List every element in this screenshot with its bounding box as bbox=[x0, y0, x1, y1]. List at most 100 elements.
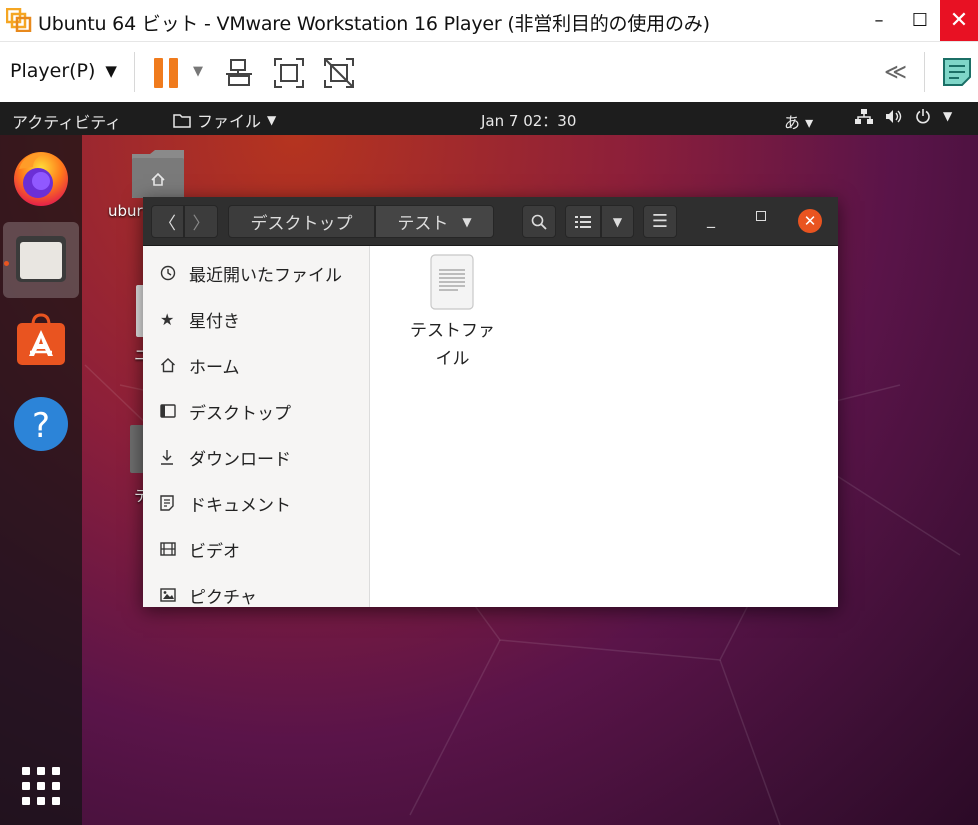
unity-mode-icon[interactable] bbox=[322, 56, 356, 90]
breadcrumb-current[interactable]: テスト ▼ bbox=[375, 205, 494, 238]
window-minimize-button[interactable]: _ bbox=[707, 209, 715, 228]
caret-down-icon: ▼ bbox=[267, 113, 277, 127]
video-icon bbox=[143, 542, 189, 556]
file-manager-headerbar: 〈 〉 デスクトップ テスト ▼ ▼ ☰ _ ✕ bbox=[143, 197, 838, 246]
star-icon: ★ bbox=[160, 309, 175, 329]
software-center-icon bbox=[17, 313, 65, 365]
sidebar-item-pictures[interactable]: ピクチャ bbox=[143, 572, 369, 608]
download-icon bbox=[143, 449, 189, 465]
dock-help[interactable]: ? bbox=[3, 386, 79, 462]
sidebar-item-label: デスクトップ bbox=[189, 403, 291, 424]
fullscreen-icon[interactable] bbox=[272, 56, 306, 90]
running-indicator bbox=[4, 261, 9, 266]
activities-button[interactable]: アクティビティ bbox=[12, 109, 121, 133]
collapse-toolbar-button[interactable]: ≪ bbox=[884, 60, 907, 85]
ubuntu-desktop: ? ubur ニ テ 〈 〉 デスクトップ テスト ▼ ▼ ☰ _ ✕ 最近開い… bbox=[0, 135, 978, 825]
back-button[interactable]: 〈 bbox=[151, 205, 184, 238]
file-view: テストファ イル bbox=[370, 246, 838, 607]
document-icon bbox=[143, 495, 189, 511]
caret-down-icon: ▼ bbox=[105, 62, 117, 80]
picture-icon bbox=[143, 588, 189, 602]
send-ctrl-alt-del-icon[interactable] bbox=[222, 56, 256, 90]
window-maximize-button[interactable] bbox=[756, 211, 766, 221]
home-folder-icon bbox=[132, 150, 184, 198]
sidebar-item-documents[interactable]: ドキュメント bbox=[143, 480, 369, 526]
folder-icon bbox=[173, 113, 191, 128]
svg-text:?: ? bbox=[32, 406, 50, 446]
sidebar-item-home[interactable]: ホーム bbox=[143, 342, 369, 388]
view-options-button[interactable]: ▼ bbox=[601, 205, 634, 238]
sidebar-item-label: ビデオ bbox=[189, 541, 240, 562]
dock-software[interactable] bbox=[3, 303, 79, 379]
toolbar-separator bbox=[924, 52, 925, 92]
sidebar-item-recent[interactable]: 最近開いたファイル bbox=[143, 250, 369, 296]
sidebar-item-label: 星付き bbox=[189, 311, 240, 332]
breadcrumb-desktop[interactable]: デスクトップ bbox=[228, 205, 375, 238]
sidebar-item-label: ホーム bbox=[189, 357, 240, 378]
sidebar-item-label: ダウンロード bbox=[189, 449, 291, 470]
search-button[interactable] bbox=[522, 205, 556, 238]
dock-firefox[interactable] bbox=[3, 141, 79, 217]
close-icon: ✕ bbox=[803, 212, 817, 230]
app-menu[interactable]: ファイル ▼ bbox=[173, 108, 276, 132]
desktop-icon-label: ubur bbox=[108, 202, 143, 220]
desktop-home-folder[interactable] bbox=[130, 148, 186, 204]
file-label-line: イル bbox=[435, 349, 470, 369]
dock-files[interactable] bbox=[3, 222, 79, 298]
maximize-button[interactable]: ☐ bbox=[899, 0, 941, 41]
sidebar-item-label: ピクチャ bbox=[189, 587, 257, 608]
file-label: テストファ イル bbox=[400, 317, 505, 373]
forward-button[interactable]: 〉 bbox=[184, 205, 218, 238]
player-menu[interactable]: Player(P) ▼ bbox=[10, 60, 117, 82]
home-icon bbox=[143, 357, 189, 373]
vmware-logo-icon bbox=[6, 8, 32, 32]
help-icon: ? bbox=[14, 397, 68, 451]
caret-down-icon: ▼ bbox=[462, 214, 472, 229]
sidebar-item-desktop[interactable]: デスクトップ bbox=[143, 388, 369, 434]
sidebar-item-downloads[interactable]: ダウンロード bbox=[143, 434, 369, 480]
pause-button[interactable] bbox=[154, 58, 180, 88]
vmware-toolbar: Player(P) ▼ ▼ ≪ bbox=[0, 41, 978, 102]
chevron-right-icon: 〉 bbox=[192, 214, 210, 234]
window-title: Ubuntu 64 ビット - VMware Workstation 16 Pl… bbox=[38, 13, 710, 35]
hamburger-icon: ☰ bbox=[651, 211, 669, 232]
window-titlebar: Ubuntu 64 ビット - VMware Workstation 16 Pl… bbox=[0, 0, 978, 41]
list-view-icon bbox=[575, 215, 591, 228]
minimize-button[interactable]: – bbox=[858, 0, 900, 41]
sidebar-item-label: ドキュメント bbox=[189, 495, 291, 516]
desktop-icon bbox=[143, 404, 189, 418]
show-applications-button[interactable] bbox=[22, 767, 60, 805]
input-method-menu[interactable]: あ ▾ bbox=[784, 109, 813, 133]
caret-down-icon: ▼ bbox=[943, 109, 953, 123]
sidebar-item-videos[interactable]: ビデオ bbox=[143, 526, 369, 572]
file-manager-window: 〈 〉 デスクトップ テスト ▼ ▼ ☰ _ ✕ 最近開いたファイル ★ 星付き… bbox=[143, 197, 838, 607]
message-log-icon[interactable] bbox=[940, 55, 974, 89]
caret-down-icon: ▼ bbox=[612, 214, 623, 229]
folder-icon bbox=[130, 425, 144, 473]
list-view-button[interactable] bbox=[565, 205, 601, 238]
close-button[interactable]: ✕ bbox=[940, 0, 978, 41]
clock[interactable]: Jan 7 02：30 bbox=[481, 110, 576, 131]
places-sidebar: 最近開いたファイル ★ 星付き ホーム デスクトップ ダウンロード ドキュメント… bbox=[143, 246, 370, 607]
pause-options-caret-icon[interactable]: ▼ bbox=[193, 64, 203, 79]
search-icon bbox=[531, 214, 547, 230]
window-close-button[interactable]: ✕ bbox=[798, 209, 822, 233]
ubuntu-top-bar: アクティビティ ファイル ▼ Jan 7 02：30 あ ▾ ▼ bbox=[0, 102, 978, 135]
player-menu-label: Player(P) bbox=[10, 60, 96, 82]
firefox-icon bbox=[14, 152, 68, 206]
hamburger-menu-button[interactable]: ☰ bbox=[643, 205, 677, 238]
desktop-folder-3[interactable] bbox=[130, 425, 144, 477]
dock: ? bbox=[0, 135, 82, 825]
breadcrumb-current-label: テスト bbox=[397, 214, 449, 234]
file-label-line: テストファ bbox=[410, 321, 495, 341]
clock-icon bbox=[143, 265, 189, 281]
system-status-menu[interactable]: ▼ bbox=[855, 108, 952, 124]
power-icon bbox=[916, 109, 930, 124]
volume-icon bbox=[886, 109, 902, 123]
app-menu-label: ファイル bbox=[197, 112, 262, 131]
network-icon bbox=[855, 108, 873, 124]
sidebar-item-label: 最近開いたファイル bbox=[189, 265, 342, 286]
chevron-left-icon: 〈 bbox=[159, 214, 176, 234]
sidebar-item-starred[interactable]: ★ 星付き bbox=[143, 296, 369, 342]
text-file-icon bbox=[430, 254, 474, 310]
